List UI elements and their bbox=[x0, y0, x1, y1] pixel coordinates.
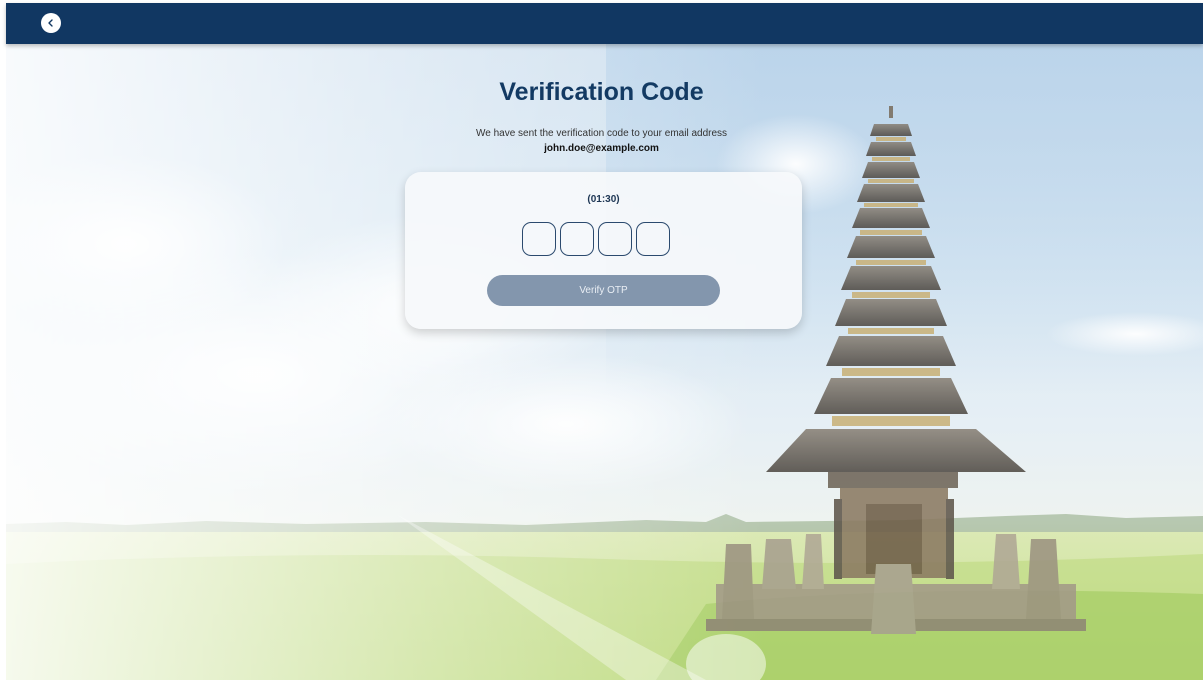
otp-card: (01:30) Verify OTP bbox=[405, 172, 802, 329]
background-scene bbox=[6, 44, 1203, 680]
countdown-timer: (01:30) bbox=[587, 194, 620, 205]
page-title: Verification Code bbox=[499, 78, 704, 106]
otp-input-group bbox=[522, 222, 670, 256]
top-bar bbox=[6, 3, 1203, 44]
page: Verification Code We have sent the verif… bbox=[0, 0, 1203, 680]
verify-otp-button[interactable]: Verify OTP bbox=[487, 275, 720, 306]
otp-digit-1[interactable] bbox=[522, 222, 556, 256]
otp-digit-4[interactable] bbox=[636, 222, 670, 256]
temple-landscape-illustration bbox=[6, 44, 1203, 680]
chevron-left-icon bbox=[48, 19, 53, 27]
verification-instructions: We have sent the verification code to yo… bbox=[475, 128, 728, 139]
email-address: john.doe@example.com bbox=[544, 143, 659, 154]
back-button[interactable] bbox=[41, 13, 61, 33]
otp-digit-3[interactable] bbox=[598, 222, 632, 256]
otp-digit-2[interactable] bbox=[560, 222, 594, 256]
